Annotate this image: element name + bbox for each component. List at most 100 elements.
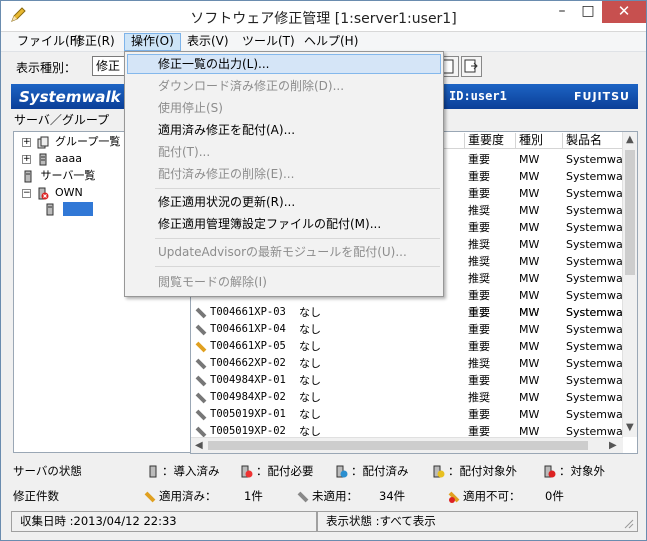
fix-id: T004661XP-04 — [210, 323, 286, 335]
menu-item-distribute-applied[interactable]: 適用済み修正を配付(A)... — [127, 120, 441, 140]
menu-operation[interactable]: 操作(O) — [124, 33, 181, 51]
table-row[interactable]: T004661XP-04 なし 重要 MW Systemwa — [191, 321, 623, 338]
patch-icon — [195, 426, 207, 437]
applied-count: 1件 — [244, 489, 263, 503]
col-kind[interactable]: 種別 — [515, 133, 562, 149]
legend-applied: 適用済み： — [144, 488, 217, 504]
fix-status: なし — [299, 408, 321, 421]
fix-status: なし — [299, 340, 321, 353]
horizontal-scrollbar[interactable]: ◀ ▶ — [191, 437, 623, 453]
tree-node-aaaa[interactable]: + aaaa — [22, 151, 82, 167]
fix-count-legend: 修正件数 適用済み： 1件 未適用： 34件 適用不可： 0件 — [1, 485, 646, 507]
table-row[interactable]: T005019XP-01 なし 重要 MW Systemwa — [191, 406, 623, 423]
horizontal-scroll-thumb[interactable] — [208, 441, 588, 450]
menu-help[interactable]: ヘルプ(H) — [298, 33, 364, 51]
expand-icon[interactable]: + — [22, 154, 31, 164]
fix-status: なし — [299, 306, 321, 319]
distributed-icon — [336, 465, 348, 478]
table-row[interactable]: T004661XP-03 なし 重要 MW Systemwa — [191, 304, 623, 321]
menu-item-distribute[interactable]: 配付(T)... — [127, 142, 441, 162]
tree-node-group-list[interactable]: + グループ一覧 — [22, 134, 120, 150]
fix-id: T005019XP-01 — [210, 408, 286, 420]
tree-node-server[interactable] — [44, 201, 93, 217]
menu-item-distribute-updateadvisor[interactable]: UpdateAdvisorの最新モジュールを配付(U)... — [127, 242, 441, 262]
server-list-icon — [24, 170, 32, 182]
display-state: 表示状態 :すべて表示 — [317, 511, 638, 532]
maximize-button[interactable]: □ — [575, 1, 601, 23]
not-applied-count: 34件 — [379, 489, 406, 503]
close-button[interactable]: ✕ — [602, 1, 646, 23]
tree-node-server-list[interactable]: サーバ一覧 — [22, 168, 95, 184]
menu-item-suspend-use[interactable]: 使用停止(S) — [127, 98, 441, 118]
table-row[interactable]: T004984XP-02 なし 推奨 MW Systemwa — [191, 389, 623, 406]
resize-grip-icon[interactable] — [624, 519, 634, 529]
legend-distributed: ：配付済み — [336, 463, 409, 479]
tree-node-own[interactable]: − OWN — [22, 185, 83, 201]
server-error-icon — [38, 187, 48, 199]
col-importance[interactable]: 重要度 — [464, 133, 515, 149]
collapse-icon[interactable]: − — [22, 188, 31, 198]
tree-node-label: サーバ一覧 — [40, 169, 96, 182]
minimize-button[interactable]: – — [549, 1, 575, 23]
scroll-left-icon[interactable]: ◀ — [195, 440, 203, 451]
patch-icon — [195, 409, 207, 420]
fix-status: なし — [299, 391, 321, 404]
legend-excluded: ：対象外 — [544, 463, 605, 479]
menu-item-distribute-settings[interactable]: 修正適用管理簿設定ファイルの配付(M)... — [127, 214, 441, 234]
cannot-apply-count: 0件 — [545, 489, 564, 503]
operation-dropdown-menu: 修正一覧の出力(L)... ダウンロード済み修正の削除(D)... 使用停止(S… — [124, 51, 444, 297]
menu-separator — [155, 266, 440, 267]
toolbar-button-2[interactable] — [461, 56, 482, 77]
server-state-legend: サーバの状態 ：導入済み ：配付必要 ：配付済み ：配付対象外 ：対象外 — [1, 460, 646, 482]
vertical-scroll-thumb[interactable] — [625, 150, 635, 275]
excluded-icon — [544, 465, 556, 478]
systemwalker-logo: Systemwalk — [19, 88, 121, 106]
fix-id: T004984XP-02 — [210, 391, 286, 403]
menu-tool[interactable]: ツール(T) — [236, 33, 301, 51]
applied-patch-icon — [144, 491, 156, 503]
table-row[interactable]: T004661XP-05 なし 重要 MW Systemwa — [191, 338, 623, 355]
patch-icon — [195, 324, 207, 335]
patch-icon — [195, 307, 207, 318]
scroll-up-icon[interactable]: ▲ — [626, 134, 634, 145]
fix-id: T005019XP-02 — [210, 425, 286, 437]
menu-item-release-browse-mode[interactable]: 閲覧モードの解除(I) — [127, 272, 441, 292]
installed-server-icon — [149, 465, 157, 478]
scroll-down-icon[interactable]: ▼ — [626, 422, 634, 433]
patch-icon — [195, 358, 207, 369]
menu-view[interactable]: 表示(V) — [181, 33, 235, 51]
legend-cannot-apply: 適用不可： — [448, 488, 521, 504]
menu-separator — [155, 238, 440, 239]
fix-count-label: 修正件数 — [13, 489, 59, 503]
display-type-label: 表示種別： — [16, 61, 77, 75]
fix-status: なし — [299, 374, 321, 387]
fix-id: T004661XP-03 — [210, 306, 286, 318]
user-id: ID:user1 — [449, 89, 507, 103]
table-row[interactable]: T004662XP-02 なし 推奨 MW Systemwa — [191, 355, 623, 372]
menu-item-delete-downloaded[interactable]: ダウンロード済み修正の削除(D)... — [127, 76, 441, 96]
not-applied-patch-icon — [297, 491, 309, 503]
tree-node-label: OWN — [55, 186, 83, 199]
legend-dist-excluded: ：配付対象外 — [433, 463, 517, 479]
expand-icon[interactable]: + — [22, 137, 31, 147]
menu-item-export-fix-list[interactable]: 修正一覧の出力(L)... — [127, 54, 441, 74]
export-icon — [464, 59, 478, 73]
menu-fix[interactable]: 修正(R) — [67, 33, 121, 51]
applied-patch-icon — [195, 341, 207, 352]
col-product[interactable]: 製品名 — [562, 133, 623, 149]
fujitsu-logo: FUJITSU — [574, 90, 630, 103]
table-row[interactable]: T004984XP-01 なし 重要 MW Systemwa — [191, 372, 623, 389]
patch-icon — [195, 392, 207, 403]
patch-icon — [195, 375, 207, 386]
server-state-label: サーバの状態 — [13, 464, 82, 478]
server-icon — [39, 153, 46, 165]
menu-item-delete-distributed[interactable]: 配付済み修正の削除(E)... — [127, 164, 441, 184]
menu-item-update-status[interactable]: 修正適用状況の更新(R)... — [127, 192, 441, 212]
selected-server-label[interactable] — [62, 202, 93, 216]
scroll-right-icon[interactable]: ▶ — [609, 440, 617, 451]
legend-not-applied: 未適用： — [297, 488, 358, 504]
vertical-scrollbar[interactable]: ▲ ▼ — [622, 132, 637, 437]
menu-separator — [155, 188, 440, 189]
fix-status: なし — [299, 357, 321, 370]
group-icon — [37, 136, 48, 148]
